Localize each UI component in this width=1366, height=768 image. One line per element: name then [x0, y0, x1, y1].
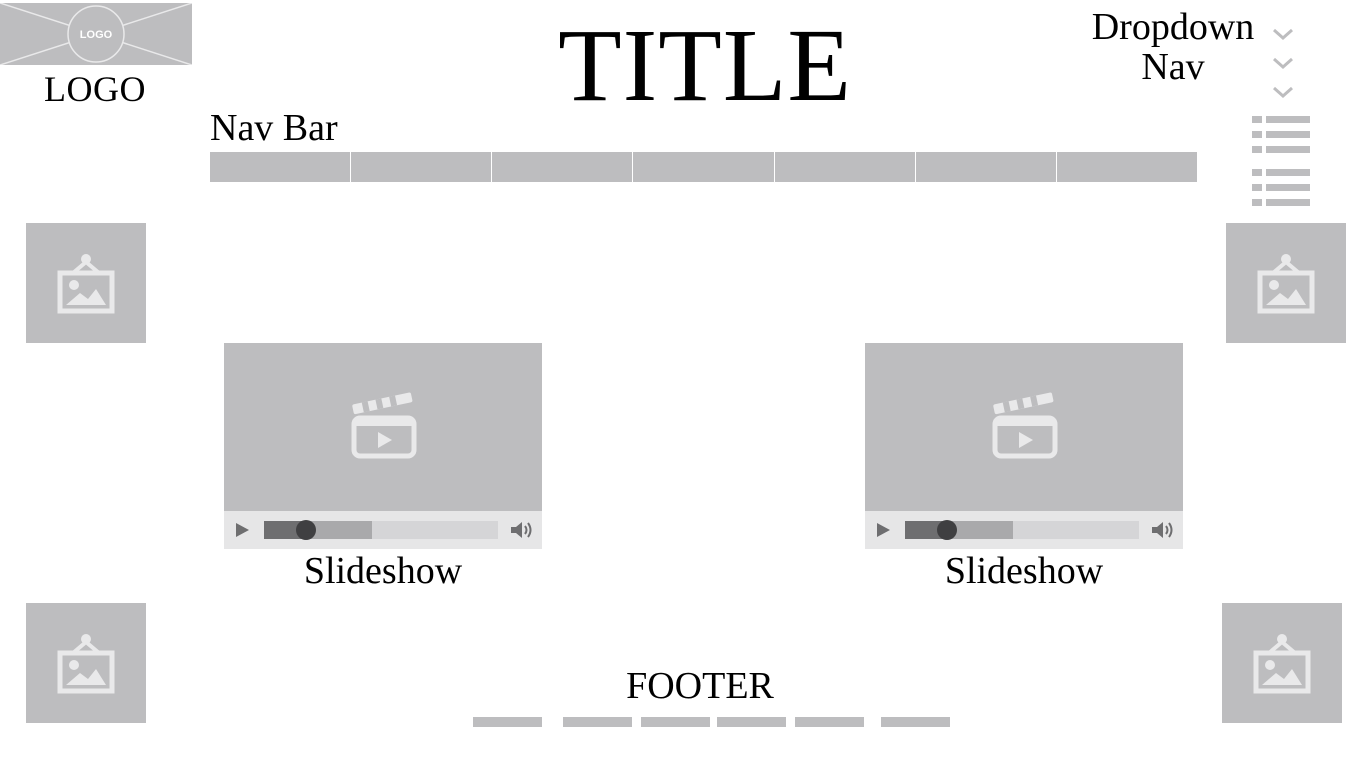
- chevron-down-icon[interactable]: [1270, 25, 1296, 43]
- footer-label: FOOTER: [626, 665, 774, 707]
- progress-handle[interactable]: [296, 520, 317, 540]
- logo-placeholder[interactable]: LOGO: [0, 3, 192, 65]
- image-placeholder[interactable]: [1226, 223, 1346, 343]
- image-icon: [1253, 634, 1311, 694]
- image-placeholder[interactable]: [26, 603, 146, 723]
- nav-item[interactable]: [633, 152, 774, 182]
- nav-item[interactable]: [351, 152, 492, 182]
- dropdown-nav-label[interactable]: Dropdown Nav: [1078, 6, 1268, 88]
- video-screen[interactable]: [865, 343, 1183, 511]
- svg-text:LOGO: LOGO: [80, 29, 113, 41]
- footer-link[interactable]: [717, 717, 786, 727]
- video-screen[interactable]: [224, 343, 542, 511]
- footer-link[interactable]: [795, 717, 864, 727]
- video-clapper-icon: [351, 392, 417, 459]
- page-title: TITLE: [558, 8, 852, 123]
- nav-item[interactable]: [210, 152, 351, 182]
- volume-icon[interactable]: [510, 520, 534, 540]
- logo-label: LOGO: [44, 69, 146, 109]
- progress-handle[interactable]: [937, 520, 958, 540]
- slideshow-caption: Slideshow: [303, 550, 463, 592]
- footer-link[interactable]: [473, 717, 542, 727]
- chevron-down-icon[interactable]: [1270, 54, 1296, 72]
- nav-item[interactable]: [492, 152, 633, 182]
- nav-item[interactable]: [915, 152, 1056, 182]
- image-placeholder[interactable]: [1222, 603, 1342, 723]
- dropdown-nav-label-line1: Dropdown: [1091, 6, 1255, 48]
- image-placeholder[interactable]: [26, 223, 146, 343]
- video-clapper-icon: [992, 392, 1058, 459]
- image-icon: [1257, 254, 1315, 314]
- volume-icon[interactable]: [1151, 520, 1175, 540]
- list-icon[interactable]: [1252, 116, 1310, 154]
- nav-item[interactable]: [1056, 152, 1197, 182]
- list-icon[interactable]: [1252, 169, 1310, 207]
- navbar-label: Nav Bar: [210, 107, 338, 149]
- progress-bar[interactable]: [264, 520, 498, 540]
- nav-item[interactable]: [774, 152, 915, 182]
- footer-link[interactable]: [563, 717, 632, 727]
- footer-link[interactable]: [881, 717, 950, 727]
- nav-bar: [210, 152, 1197, 182]
- dropdown-nav-label-line2: Nav: [1141, 45, 1205, 88]
- slideshow-player: Slideshow: [865, 343, 1183, 593]
- chevron-down-icon[interactable]: [1270, 83, 1296, 101]
- footer-link[interactable]: [641, 717, 710, 727]
- play-icon[interactable]: [234, 522, 250, 538]
- image-icon: [57, 254, 115, 314]
- slideshow-player: Slideshow: [224, 343, 542, 593]
- slideshow-caption: Slideshow: [944, 550, 1104, 592]
- video-controls: [865, 511, 1183, 549]
- video-controls: [224, 511, 542, 549]
- image-icon: [57, 634, 115, 694]
- play-icon[interactable]: [875, 522, 891, 538]
- progress-bar[interactable]: [905, 520, 1139, 540]
